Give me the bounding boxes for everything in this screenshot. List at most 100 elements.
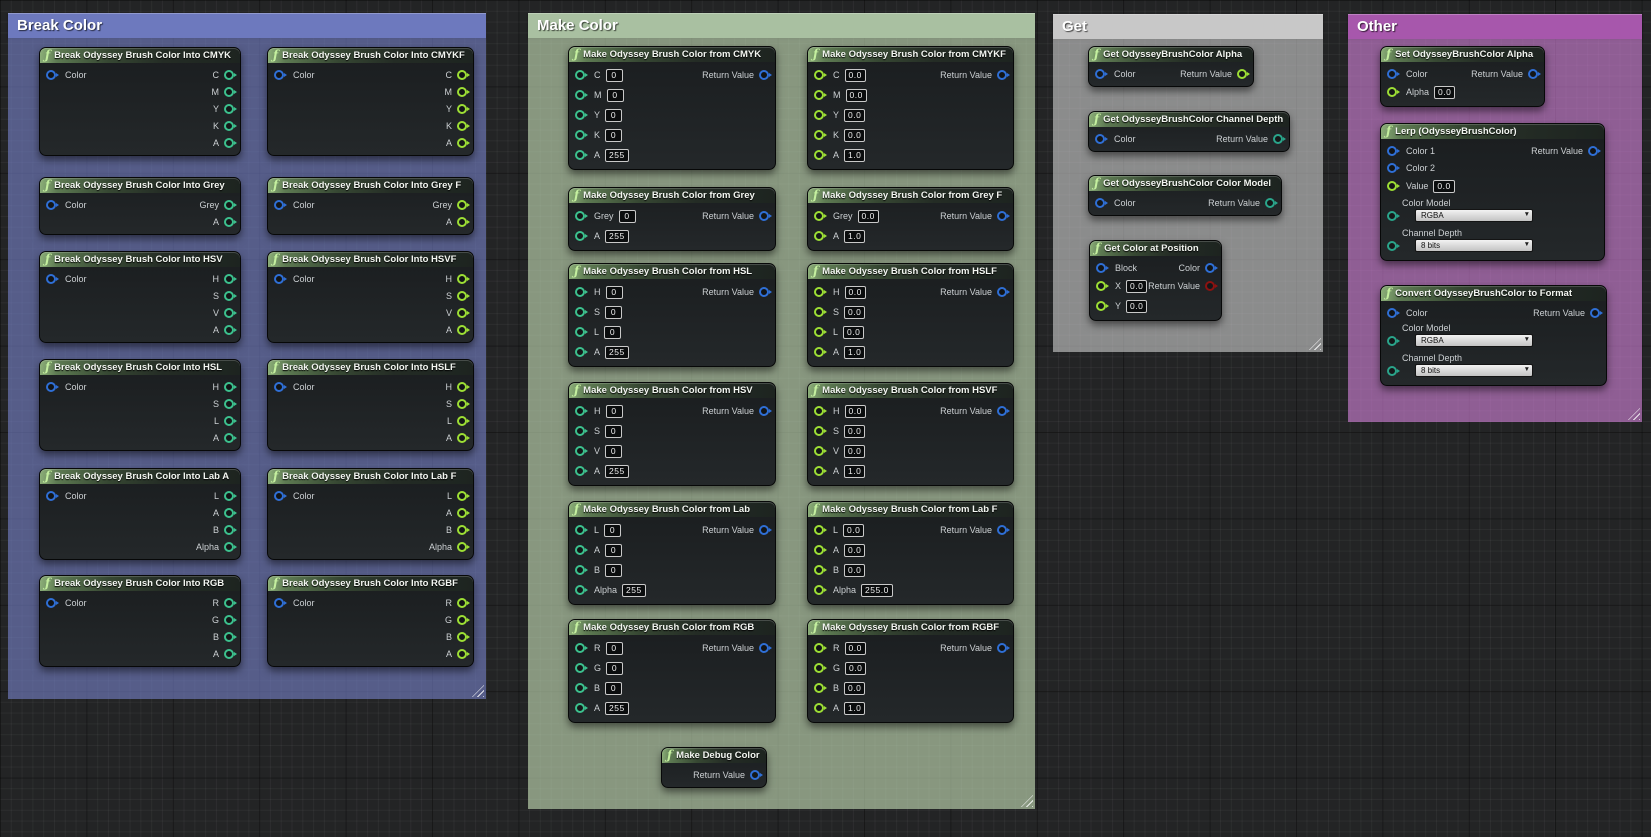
out-pin-return-value[interactable] — [997, 287, 1007, 297]
out-pin-v[interactable] — [224, 307, 234, 318]
out-pin-a[interactable] — [224, 324, 234, 335]
node-break-odyssey-brush-color-into-lab-f[interactable]: ƒ Break Odyssey Brush Color Into Lab F Col… — [267, 468, 474, 560]
value-input[interactable]: 1.0 — [844, 464, 866, 478]
out-pin-return-value[interactable] — [997, 70, 1007, 80]
value-input[interactable]: 0.0 — [844, 305, 866, 319]
in-pin-b[interactable] — [575, 683, 585, 693]
in-pin-color[interactable] — [46, 490, 56, 501]
out-pin-s[interactable] — [224, 290, 234, 301]
dropdown-color-model[interactable]: RGBA ▼ — [1415, 209, 1533, 222]
in-pin-a[interactable] — [814, 150, 824, 160]
value-input[interactable]: 0.0 — [844, 563, 866, 577]
in-pin-a[interactable] — [814, 703, 824, 713]
in-pin-v[interactable] — [575, 446, 585, 456]
node-make-odyssey-brush-color-from-rgbf[interactable]: ƒ Make Odyssey Brush Color from RGBF R 0.0 R… — [807, 619, 1014, 723]
value-input[interactable]: 0 — [604, 325, 622, 339]
value-input[interactable]: 0.0 — [844, 444, 866, 458]
in-pin-a[interactable] — [814, 466, 824, 476]
node-header[interactable]: ƒ Make Odyssey Brush Color from Grey F — [808, 188, 1013, 203]
value-input[interactable]: 0.0 — [1434, 85, 1456, 99]
node-header[interactable]: ƒ Make Debug Color — [662, 748, 766, 763]
node-header[interactable]: ƒ Break Odyssey Brush Color Into Grey — [40, 178, 240, 193]
value-input[interactable]: 0 — [605, 641, 623, 655]
node-break-odyssey-brush-color-into-cmyk[interactable]: ƒ Break Odyssey Brush Color Into CMYK Colo… — [39, 47, 241, 156]
in-pin-grey[interactable] — [575, 211, 585, 221]
in-pin-color-model[interactable] — [1387, 210, 1397, 221]
in-pin-c[interactable] — [575, 70, 585, 80]
value-input[interactable]: 0.0 — [857, 209, 879, 223]
out-pin-h[interactable] — [224, 273, 234, 284]
value-input[interactable]: 1.0 — [844, 148, 866, 162]
node-make-odyssey-brush-color-from-hslf[interactable]: ƒ Make Odyssey Brush Color from HSLF H 0.0 R… — [807, 263, 1014, 367]
value-input[interactable]: 0 — [605, 128, 623, 142]
in-pin-color[interactable] — [1387, 68, 1397, 79]
out-pin-l[interactable] — [457, 415, 467, 426]
node-break-odyssey-brush-color-into-hslf[interactable]: ƒ Break Odyssey Brush Color Into HSLF Colo… — [267, 359, 474, 451]
in-pin-g[interactable] — [814, 663, 824, 673]
out-pin-h[interactable] — [457, 273, 467, 284]
node-make-odyssey-brush-color-from-hsv[interactable]: ƒ Make Odyssey Brush Color from HSV H 0 Retu… — [568, 382, 776, 486]
node-make-odyssey-brush-color-from-cmykf[interactable]: ƒ Make Odyssey Brush Color from CMYKF C 0.0… — [807, 46, 1014, 170]
comment-title-bar[interactable]: Get — [1053, 14, 1323, 39]
node-header[interactable]: ƒ Break Odyssey Brush Color Into HSLF — [268, 360, 473, 375]
node-header[interactable]: ƒ Make Odyssey Brush Color from RGBF — [808, 620, 1013, 635]
out-pin-r[interactable] — [457, 597, 467, 608]
out-pin-a[interactable] — [224, 507, 234, 518]
in-pin-b[interactable] — [814, 683, 824, 693]
out-pin-a[interactable] — [457, 648, 467, 659]
out-pin-r[interactable] — [224, 597, 234, 608]
value-input[interactable]: 1.0 — [844, 701, 866, 715]
value-input[interactable]: 0 — [605, 108, 623, 122]
in-pin-h[interactable] — [575, 406, 585, 416]
out-pin-l[interactable] — [224, 490, 234, 501]
node-header[interactable]: ƒ Lerp (OdysseyBrushColor) — [1381, 124, 1604, 139]
value-input[interactable]: 0.0 — [844, 108, 866, 122]
node-header[interactable]: ƒ Break Odyssey Brush Color Into Lab F — [268, 469, 473, 484]
node-header[interactable]: ƒ Make Odyssey Brush Color from Lab — [569, 502, 775, 517]
in-pin-color[interactable] — [274, 199, 284, 210]
out-pin-color[interactable] — [1205, 262, 1215, 273]
out-pin-g[interactable] — [457, 614, 467, 625]
in-pin-l[interactable] — [814, 327, 824, 337]
out-pin-c[interactable] — [224, 69, 234, 80]
in-pin-alpha[interactable] — [1387, 87, 1397, 97]
in-pin-a[interactable] — [575, 466, 585, 476]
value-input[interactable]: 0 — [604, 523, 622, 537]
value-input[interactable]: 0.0 — [844, 128, 866, 142]
in-pin-a[interactable] — [575, 231, 585, 241]
in-pin-v[interactable] — [814, 446, 824, 456]
value-input[interactable]: 255 — [622, 583, 646, 597]
in-pin-y[interactable] — [814, 110, 824, 120]
value-input[interactable]: 0.0 — [844, 285, 866, 299]
out-pin-b[interactable] — [224, 631, 234, 642]
value-input[interactable]: 0 — [605, 444, 623, 458]
in-pin-grey[interactable] — [814, 211, 824, 221]
value-input[interactable]: 0 — [605, 543, 623, 557]
node-break-odyssey-brush-color-into-lab-a[interactable]: ƒ Break Odyssey Brush Color Into Lab A Col… — [39, 468, 241, 560]
value-input[interactable]: 0.0 — [844, 68, 866, 82]
value-input[interactable]: 0.0 — [844, 641, 866, 655]
node-header[interactable]: ƒ Make Odyssey Brush Color from RGB — [569, 620, 775, 635]
in-pin-color[interactable] — [1095, 197, 1105, 208]
node-header[interactable]: ƒ Get Color at Position — [1090, 241, 1221, 256]
out-pin-h[interactable] — [224, 381, 234, 392]
node-lerp-odysseybrushcolor[interactable]: ƒ Lerp (OdysseyBrushColor) Color 1 Return V… — [1380, 123, 1605, 261]
in-pin-y[interactable] — [575, 110, 585, 120]
value-input[interactable]: 255 — [605, 701, 629, 715]
value-input[interactable]: 255.0 — [861, 583, 893, 597]
value-input[interactable]: 0.0 — [1126, 299, 1148, 313]
value-input[interactable]: 1.0 — [844, 345, 866, 359]
node-header[interactable]: ƒ Get OdysseyBrushColor Channel Depth — [1089, 112, 1289, 127]
in-pin-r[interactable] — [814, 643, 824, 653]
node-make-odyssey-brush-color-from-cmyk[interactable]: ƒ Make Odyssey Brush Color from CMYK C 0 Ret… — [568, 46, 776, 170]
in-pin-m[interactable] — [814, 90, 824, 100]
dropdown-channel-depth[interactable]: 8 bits ▼ — [1415, 239, 1533, 252]
value-input[interactable]: 0 — [605, 424, 623, 438]
node-convert-odysseybrushcolor-to-format[interactable]: ƒ Convert OdysseyBrushColor to Format Colo… — [1380, 285, 1607, 386]
node-break-odyssey-brush-color-into-rgb[interactable]: ƒ Break Odyssey Brush Color Into RGB Color… — [39, 575, 241, 667]
in-pin-channel-depth[interactable] — [1387, 240, 1397, 251]
out-pin-c[interactable] — [457, 69, 467, 80]
in-pin-r[interactable] — [575, 643, 585, 653]
in-pin-color[interactable] — [1095, 133, 1105, 144]
in-pin-y[interactable] — [1096, 301, 1106, 311]
